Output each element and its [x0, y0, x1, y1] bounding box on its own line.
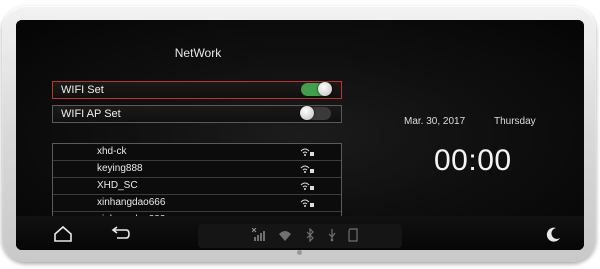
network-item[interactable]: keying888: [53, 161, 341, 178]
wifi-ap-set-toggle[interactable]: [300, 106, 331, 120]
page-title: NetWork: [174, 46, 222, 60]
network-ssid: XHD_SC: [97, 180, 138, 191]
wifi-locked-icon: [300, 199, 314, 207]
network-ssid: keying888: [97, 163, 143, 174]
network-settings-panel: WIFI Set WIFI AP Set xhd-ck keying888 XH…: [48, 75, 344, 229]
weekday-display: Thursday: [494, 116, 536, 127]
toggle-knob: [300, 106, 314, 120]
network-item[interactable]: XHD_SC: [53, 178, 341, 195]
device-bezel: NetWork WIFI Set WIFI AP Set xhd-ck keyi…: [2, 6, 596, 262]
sd-card-icon: [348, 228, 358, 242]
screen: NetWork WIFI Set WIFI AP Set xhd-ck keyi…: [16, 20, 584, 250]
night-mode-icon[interactable]: [543, 225, 565, 243]
wifi-set-toggle[interactable]: [301, 82, 332, 96]
indicator-dot: [297, 250, 302, 255]
date-display: Mar. 30, 2017: [404, 116, 466, 127]
network-item[interactable]: xhd-ck: [53, 144, 341, 161]
wifi-set-label: WIFI Set: [61, 84, 104, 96]
network-ssid: xhd-ck: [97, 146, 127, 157]
wifi-set-row[interactable]: WIFI Set: [52, 81, 342, 99]
home-icon[interactable]: [52, 225, 74, 243]
usb-icon: [328, 229, 336, 242]
network-item[interactable]: xinhangdao666: [53, 195, 341, 212]
back-icon[interactable]: [109, 225, 131, 243]
wifi-icon: [279, 231, 291, 241]
wifi-locked-icon: [300, 165, 314, 173]
no-signal-icon: [252, 228, 265, 241]
wifi-ap-set-row[interactable]: WIFI AP Set: [52, 105, 342, 123]
status-tray: [198, 224, 402, 248]
wifi-ap-set-label: WIFI AP Set: [61, 108, 121, 120]
wifi-locked-icon: [300, 182, 314, 190]
bluetooth-icon: [306, 228, 314, 242]
network-ssid: xinhangdao666: [97, 197, 166, 208]
wifi-locked-icon: [300, 148, 314, 156]
toggle-knob: [318, 82, 332, 96]
clock-display: 00:00: [434, 144, 512, 177]
